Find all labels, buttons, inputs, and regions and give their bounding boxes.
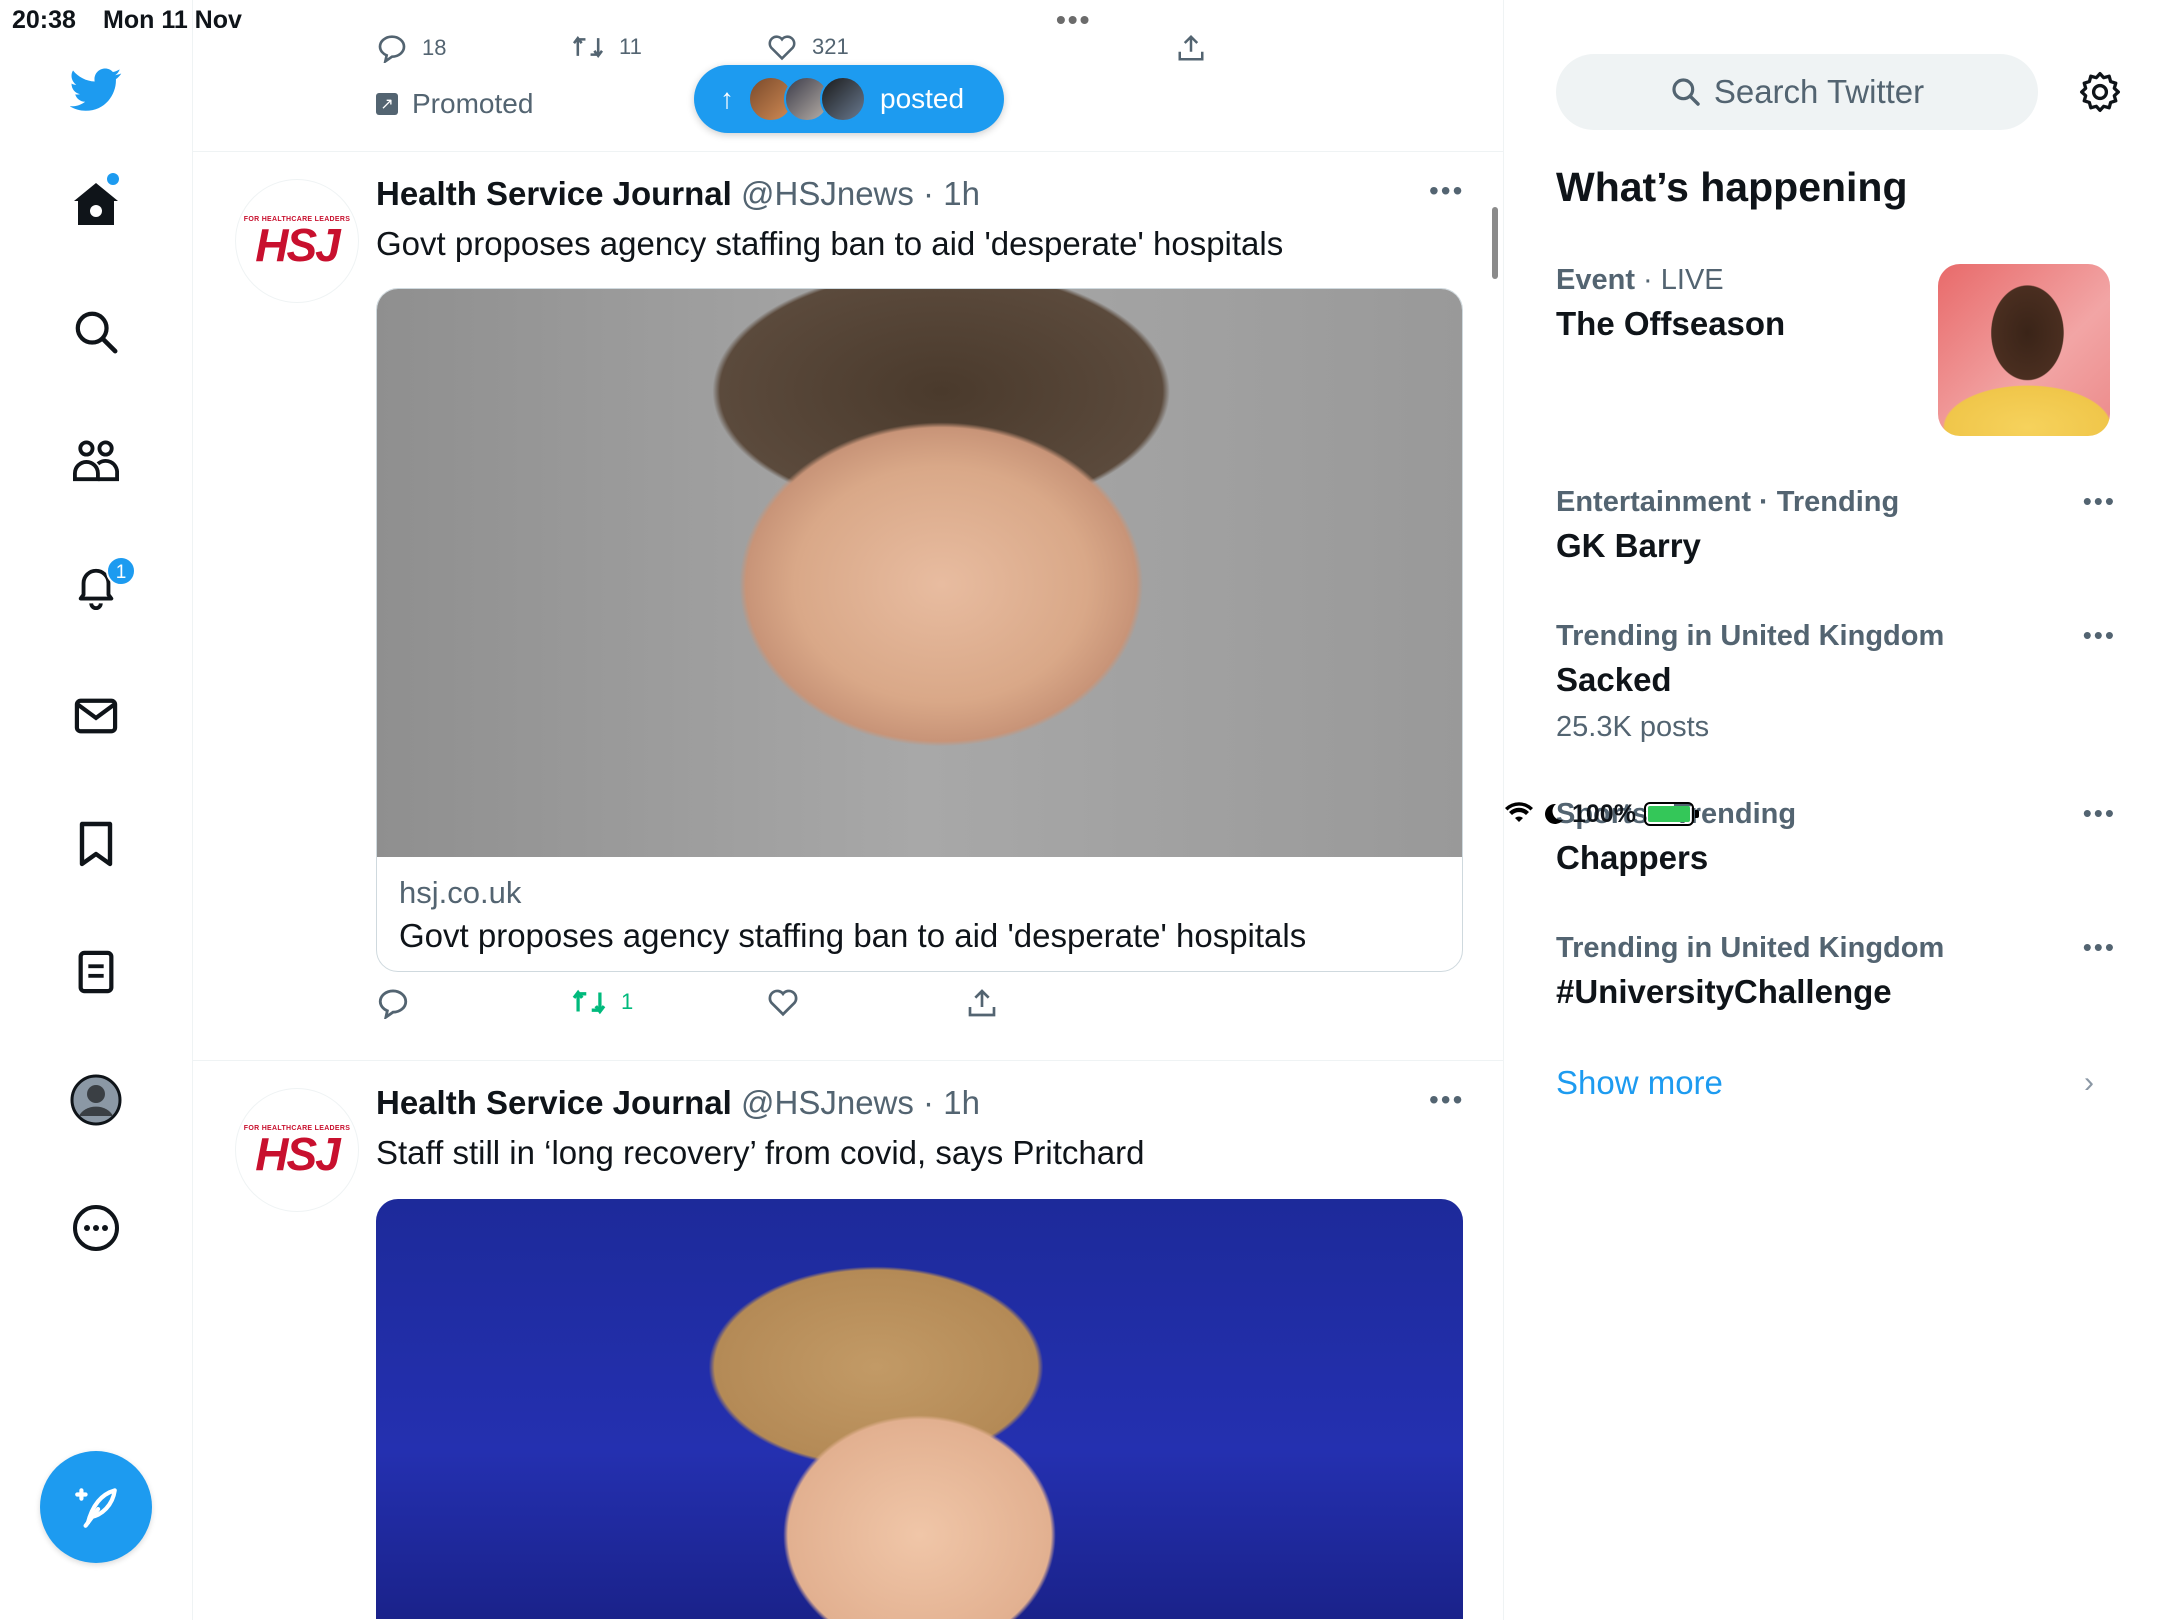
like-button[interactable] <box>766 987 800 1017</box>
hsj-avatar[interactable]: FOR HEALTHCARE LEADERS HSJ <box>235 179 359 303</box>
scrollbar[interactable] <box>1492 207 1498 279</box>
author-name[interactable]: Health Service Journal <box>376 1084 732 1121</box>
twitter-logo-icon[interactable] <box>70 64 122 116</box>
tweet-text: Staff still in ‘long recovery’ from covi… <box>376 1134 1145 1171</box>
retweet-count: 1 <box>621 989 634 1014</box>
communities-icon[interactable] <box>70 434 122 486</box>
lists-icon[interactable] <box>70 946 122 998</box>
share-button[interactable] <box>966 987 998 1019</box>
author-handle[interactable]: @HSJnews <box>741 1084 914 1121</box>
hsj-logo: HSJ <box>255 218 340 271</box>
tweet-image[interactable] <box>376 1199 1463 1619</box>
tweet-text: Govt proposes agency staffing ban to aid… <box>376 225 1284 262</box>
retweet-button[interactable]: 1 <box>571 987 633 1017</box>
timeline[interactable]: 18 11 321 ↗ Promoted ↑ posted FOR HEALTH… <box>193 0 1504 1620</box>
battery-icon <box>1643 802 1699 826</box>
reply-icon <box>378 989 408 1019</box>
tweet-more-button[interactable]: ••• <box>1429 175 1464 207</box>
author-handle[interactable]: @HSJnews <box>741 175 914 212</box>
tweet[interactable]: FOR HEALTHCARE LEADERS HSJ Health Servic… <box>193 1062 1503 1620</box>
hsj-avatar[interactable]: FOR HEALTHCARE LEADERS HSJ <box>235 1088 359 1212</box>
home-icon[interactable] <box>70 178 122 230</box>
posted-avatars <box>748 76 866 122</box>
tweet[interactable]: FOR HEALTHCARE LEADERS HSJ Health Servic… <box>193 153 1503 1061</box>
tweet-time[interactable]: 1h <box>943 1084 980 1121</box>
moon-icon <box>1545 803 1563 824</box>
status-right: 100% <box>1504 4 2160 1620</box>
separator-dot: · <box>913 175 944 212</box>
status-bar: 20:38 Mon 11 Nov ••• 100% <box>0 0 2160 828</box>
heart-icon <box>768 989 798 1017</box>
share-icon <box>968 989 996 1017</box>
more-icon[interactable] <box>70 1202 122 1254</box>
multitasking-dots[interactable]: ••• <box>1056 4 1091 36</box>
card-domain: hsj.co.uk <box>399 875 522 910</box>
promoted-text: Promoted <box>412 88 534 119</box>
promoted-label: ↗ Promoted <box>376 88 533 120</box>
tweet-actions: 1 <box>376 987 1076 1027</box>
retweet-icon <box>572 989 606 1015</box>
status-time: 20:38 <box>12 6 76 34</box>
promoted-icon: ↗ <box>376 93 398 115</box>
new-posts-pill[interactable]: ↑ posted <box>694 65 1004 133</box>
reply-button[interactable] <box>376 987 410 1019</box>
card-title: Govt proposes agency staffing ban to aid… <box>399 917 1307 954</box>
search-icon[interactable] <box>70 306 122 358</box>
status-date: Mon 11 Nov <box>103 6 242 34</box>
card-meta: hsj.co.uk Govt proposes agency staffing … <box>377 857 1462 971</box>
tweet-header: Health Service Journal @HSJnews · 1h <box>376 175 980 213</box>
compose-button[interactable] <box>40 1451 152 1563</box>
left-nav: 1 <box>0 0 193 1620</box>
separator-dot: · <box>913 1084 944 1121</box>
author-name[interactable]: Health Service Journal <box>376 175 732 212</box>
bookmarks-icon[interactable] <box>70 818 122 870</box>
arrow-up-icon: ↑ <box>720 83 734 114</box>
messages-icon[interactable] <box>70 690 122 742</box>
tweet-header: Health Service Journal @HSJnews · 1h <box>376 1084 980 1122</box>
tweet-more-button[interactable]: ••• <box>1429 1084 1464 1116</box>
card-image <box>377 289 1462 857</box>
wifi-icon <box>1505 802 1533 822</box>
posted-label: posted <box>880 83 965 114</box>
tweet-time[interactable]: 1h <box>943 175 980 212</box>
home-unread-dot <box>107 173 119 185</box>
notifications-badge: 1 <box>106 556 136 586</box>
hsj-logo: HSJ <box>255 1127 340 1180</box>
battery-percent: 100% <box>1572 799 1636 828</box>
link-card[interactable]: hsj.co.uk Govt proposes agency staffing … <box>376 288 1463 972</box>
avatar <box>820 76 866 122</box>
profile-icon[interactable] <box>70 1074 122 1126</box>
compose-icon <box>75 1488 117 1528</box>
